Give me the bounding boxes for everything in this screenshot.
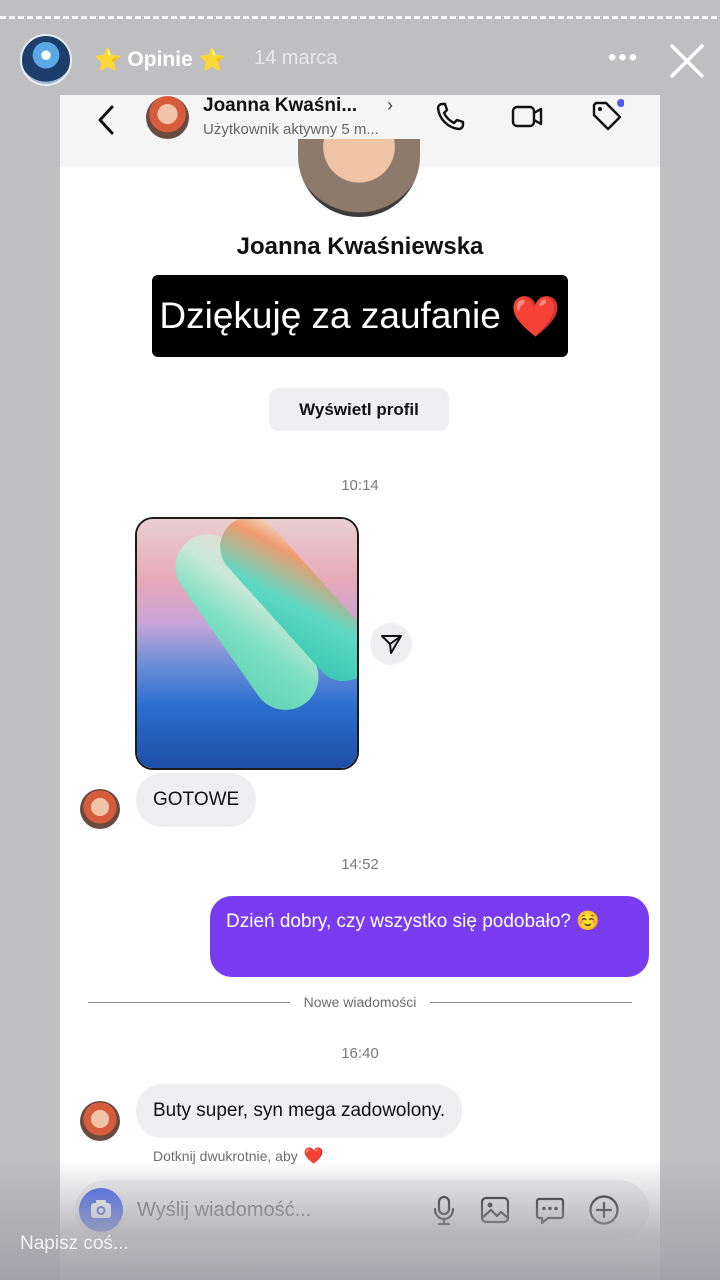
incoming-message[interactable]: Buty super, syn mega zadowolony. (136, 1084, 463, 1138)
video-camera-icon[interactable] (510, 99, 544, 133)
story-title[interactable]: ⭐ Opinie ⭐ (94, 44, 226, 76)
more-options-icon[interactable]: ••• (608, 44, 639, 72)
heart-icon: ❤️ (510, 294, 561, 339)
new-messages-label: Nowe wiadomości (303, 994, 417, 1010)
chevron-left-icon[interactable] (94, 103, 118, 137)
story-text-overlay: Dziękuję za zaufanie ❤️ (152, 275, 568, 357)
incoming-message[interactable]: GOTOWE (136, 773, 257, 827)
divider-line (88, 1001, 290, 1003)
chevron-right-icon[interactable]: › (387, 95, 393, 116)
share-icon[interactable] (370, 623, 412, 665)
sender-avatar[interactable] (80, 789, 120, 829)
divider-line (430, 1001, 633, 1003)
chat-screenshot: Joanna Kwaśni... › Użytkownik aktywny 5 … (60, 95, 660, 1280)
story-progress-bar (0, 16, 720, 19)
contact-status: Użytkownik aktywny 5 m... (203, 121, 379, 138)
story-account-avatar[interactable] (20, 34, 72, 86)
profile-name: Joanna Kwaśniewska (236, 233, 484, 260)
message-timestamp: 10:14 (341, 477, 379, 494)
story-reply-overlay (0, 1160, 720, 1280)
message-timestamp: 14:52 (341, 856, 379, 873)
contact-name[interactable]: Joanna Kwaśni... (203, 95, 357, 117)
star-icon: ⭐ (198, 47, 227, 72)
outgoing-message[interactable]: Dzień dobry, czy wszystko się podobało? … (210, 896, 649, 977)
view-profile-button[interactable]: Wyświetl profil (269, 388, 449, 431)
star-icon: ⭐ (94, 47, 122, 72)
tag-icon[interactable] (590, 99, 624, 133)
sender-avatar[interactable] (80, 1101, 120, 1141)
send-arrow-icon (381, 635, 402, 654)
profile-avatar (298, 139, 420, 217)
phone-icon[interactable] (434, 99, 468, 133)
story-title-text: Opinie (127, 48, 193, 71)
close-icon[interactable] (666, 40, 708, 82)
photo-message[interactable] (135, 517, 359, 770)
new-messages-divider: Nowe wiadomości (88, 992, 633, 1012)
overlay-text: Dziękuję za zaufanie (159, 295, 501, 336)
message-timestamp: 16:40 (341, 1045, 379, 1062)
story-date: 14 marca (254, 47, 338, 69)
story-reply-input[interactable]: Napisz coś... (20, 1233, 129, 1255)
contact-avatar[interactable] (146, 96, 189, 139)
